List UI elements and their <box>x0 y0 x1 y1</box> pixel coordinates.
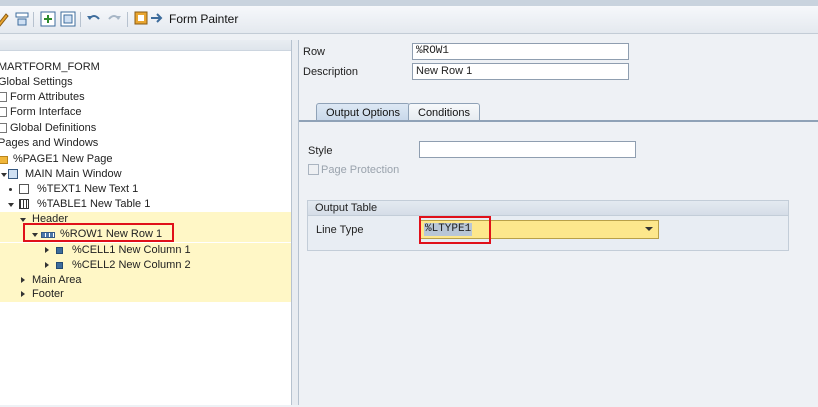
tree-node-form-interface[interactable]: Form Interface <box>0 105 291 120</box>
toolbar-separator <box>80 12 81 27</box>
tree-node-footer[interactable]: Footer <box>0 287 291 302</box>
object-icon[interactable] <box>14 11 30 27</box>
tree-node-page1[interactable]: %PAGE1 New Page <box>0 152 291 167</box>
application-toolbar: Form Painter <box>0 6 818 34</box>
redo-icon[interactable] <box>106 11 122 27</box>
row-name-field[interactable]: %ROW1 <box>412 43 629 60</box>
expand-right-icon[interactable] <box>45 262 49 268</box>
insert-icon[interactable] <box>40 11 56 27</box>
text-node-icon <box>19 184 29 194</box>
tree-root[interactable]: MARTFORM_FORM <box>0 60 291 75</box>
document-icon <box>0 92 7 102</box>
tree-label: Pages and Windows <box>0 137 99 149</box>
panel-splitter[interactable] <box>292 40 299 405</box>
tree-node-table1[interactable]: %TABLE1 New Table 1 <box>0 197 291 212</box>
expand-down-icon[interactable] <box>8 203 14 207</box>
annotation-highlight-box <box>419 216 491 244</box>
tree-label: %TABLE1 New Table 1 <box>37 198 151 210</box>
row-label: Row <box>303 46 326 58</box>
line-type-label: Line Type <box>316 224 364 236</box>
tree-node-pages-and-windows[interactable]: Pages and Windows <box>0 136 291 151</box>
tree-label: Form Interface <box>10 106 82 118</box>
tree-node-cell2[interactable]: %CELL2 New Column 2 <box>0 258 291 273</box>
tree-label: %PAGE1 New Page <box>13 153 113 165</box>
page-protection-checkbox[interactable] <box>308 164 319 175</box>
tree-label: %CELL1 New Column 1 <box>72 244 191 256</box>
dropdown-arrow-icon[interactable] <box>645 227 653 231</box>
detail-panel: Row %ROW1 Description New Row 1 Output O… <box>299 40 818 407</box>
cell-icon <box>56 262 63 269</box>
expand-right-icon[interactable] <box>21 291 25 297</box>
form-painter-button[interactable]: Form Painter <box>134 11 238 27</box>
form-painter-label: Form Painter <box>169 12 239 26</box>
tree-header <box>0 40 291 51</box>
style-label: Style <box>308 145 333 157</box>
expand-down-icon[interactable] <box>20 218 26 222</box>
document-icon <box>0 107 7 117</box>
tree-label: Form Attributes <box>10 91 85 103</box>
document-icon <box>0 123 7 133</box>
tree-node-global-definitions[interactable]: Global Definitions <box>0 121 291 136</box>
page-folder-icon <box>0 156 8 164</box>
cell-icon <box>56 247 63 254</box>
tab-strip: Output Options Conditions <box>299 101 818 121</box>
output-table-group-header <box>308 201 788 216</box>
undo-icon[interactable] <box>86 11 102 27</box>
tree-label: %CELL2 New Column 2 <box>72 259 191 271</box>
tree-label: Main Area <box>32 274 82 286</box>
tree-label: MARTFORM_FORM <box>0 61 100 73</box>
output-table-title: Output Table <box>315 202 378 214</box>
tree-node-global-settings[interactable]: Global Settings <box>0 75 291 90</box>
table-icon <box>19 199 29 209</box>
expand-down-icon[interactable] <box>1 173 7 177</box>
tree-label: MAIN Main Window <box>25 168 122 180</box>
output-table-group: Output Table Line Type %LTYPE1 <box>307 200 789 251</box>
form-painter-icon <box>134 10 166 29</box>
tree-node-cell1[interactable]: %CELL1 New Column 1 <box>0 243 291 258</box>
tab-conditions[interactable]: Conditions <box>408 103 480 121</box>
window-icon <box>8 169 18 179</box>
page-protection-label: Page Protection <box>321 164 400 176</box>
tree-node-main-area[interactable]: Main Area <box>0 273 291 288</box>
toolbar-separator <box>127 12 128 27</box>
edit-icon[interactable] <box>0 11 10 27</box>
expand-right-icon[interactable] <box>21 277 25 283</box>
tree-node-main-window[interactable]: MAIN Main Window <box>0 167 291 182</box>
tree-node-text1[interactable]: %TEXT1 New Text 1 <box>0 182 291 197</box>
tree-label: Footer <box>32 288 64 300</box>
tab-output-options[interactable]: Output Options <box>316 103 410 121</box>
style-field[interactable] <box>419 141 636 158</box>
bullet-icon <box>9 188 12 191</box>
tree-label: Global Settings <box>0 76 73 88</box>
description-field[interactable]: New Row 1 <box>412 63 629 80</box>
expand-right-icon[interactable] <box>45 247 49 253</box>
annotation-highlight-box <box>23 223 174 242</box>
toolbar-separator <box>33 12 34 27</box>
navigation-tree: MARTFORM_FORM Global Settings Form Attri… <box>0 40 292 405</box>
tree-label: Global Definitions <box>10 122 97 134</box>
description-label: Description <box>303 66 359 78</box>
tree-node-form-attributes[interactable]: Form Attributes <box>0 90 291 105</box>
tree-label: %TEXT1 New Text 1 <box>37 183 139 195</box>
delete-icon[interactable] <box>60 11 76 27</box>
